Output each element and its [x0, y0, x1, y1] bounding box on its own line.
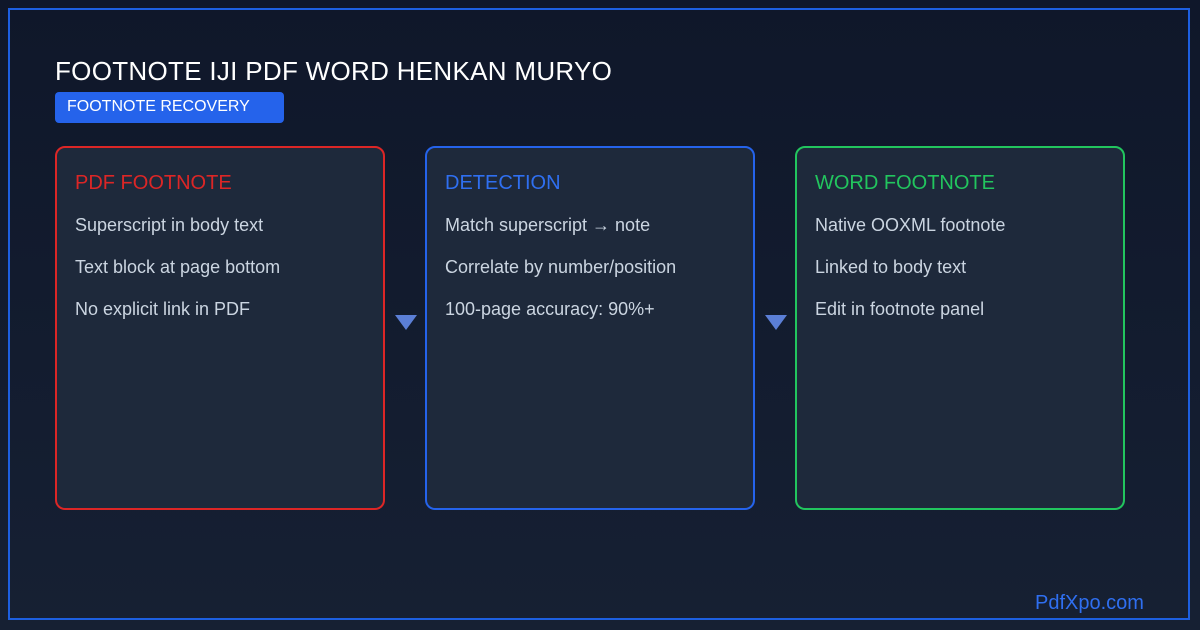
detection-item: Match superscript → note: [445, 215, 651, 235]
word-footnote-item: Linked to body text: [815, 257, 967, 277]
detection-item: 100-page accuracy: 90%+: [445, 299, 655, 319]
pdf-footnote-item: Text block at page bottom: [75, 257, 281, 277]
word-footnote-card-title: WORD FOOTNOTE: [815, 172, 995, 194]
detection-item: Correlate by number/position: [445, 257, 677, 277]
detection-card-title: DETECTION: [445, 172, 561, 194]
flow-arrow-down-icon: [765, 315, 787, 330]
pdf-footnote-item: No explicit link in PDF: [75, 299, 251, 319]
pdf-footnote-item: Superscript in body text: [75, 215, 264, 235]
word-footnote-item: Native OOXML footnote: [815, 215, 1006, 235]
detection-card: DETECTION Match superscript → note Corre…: [425, 146, 755, 510]
word-footnote-card: WORD FOOTNOTE Native OOXML footnote Link…: [795, 146, 1125, 510]
pdf-footnote-card-title: PDF FOOTNOTE: [75, 172, 232, 194]
page-title: FOOTNOTE IJI PDF WORD HENKAN MURYO: [55, 56, 613, 86]
flow-arrow-down-icon: [395, 315, 417, 330]
brand-link[interactable]: PdfXpo.com: [1035, 592, 1144, 615]
pdf-footnote-card: PDF FOOTNOTE Superscript in body text Te…: [55, 146, 385, 510]
footnote-recovery-badge: FOOTNOTE RECOVERY: [55, 92, 284, 123]
word-footnote-item: Edit in footnote panel: [815, 299, 985, 319]
